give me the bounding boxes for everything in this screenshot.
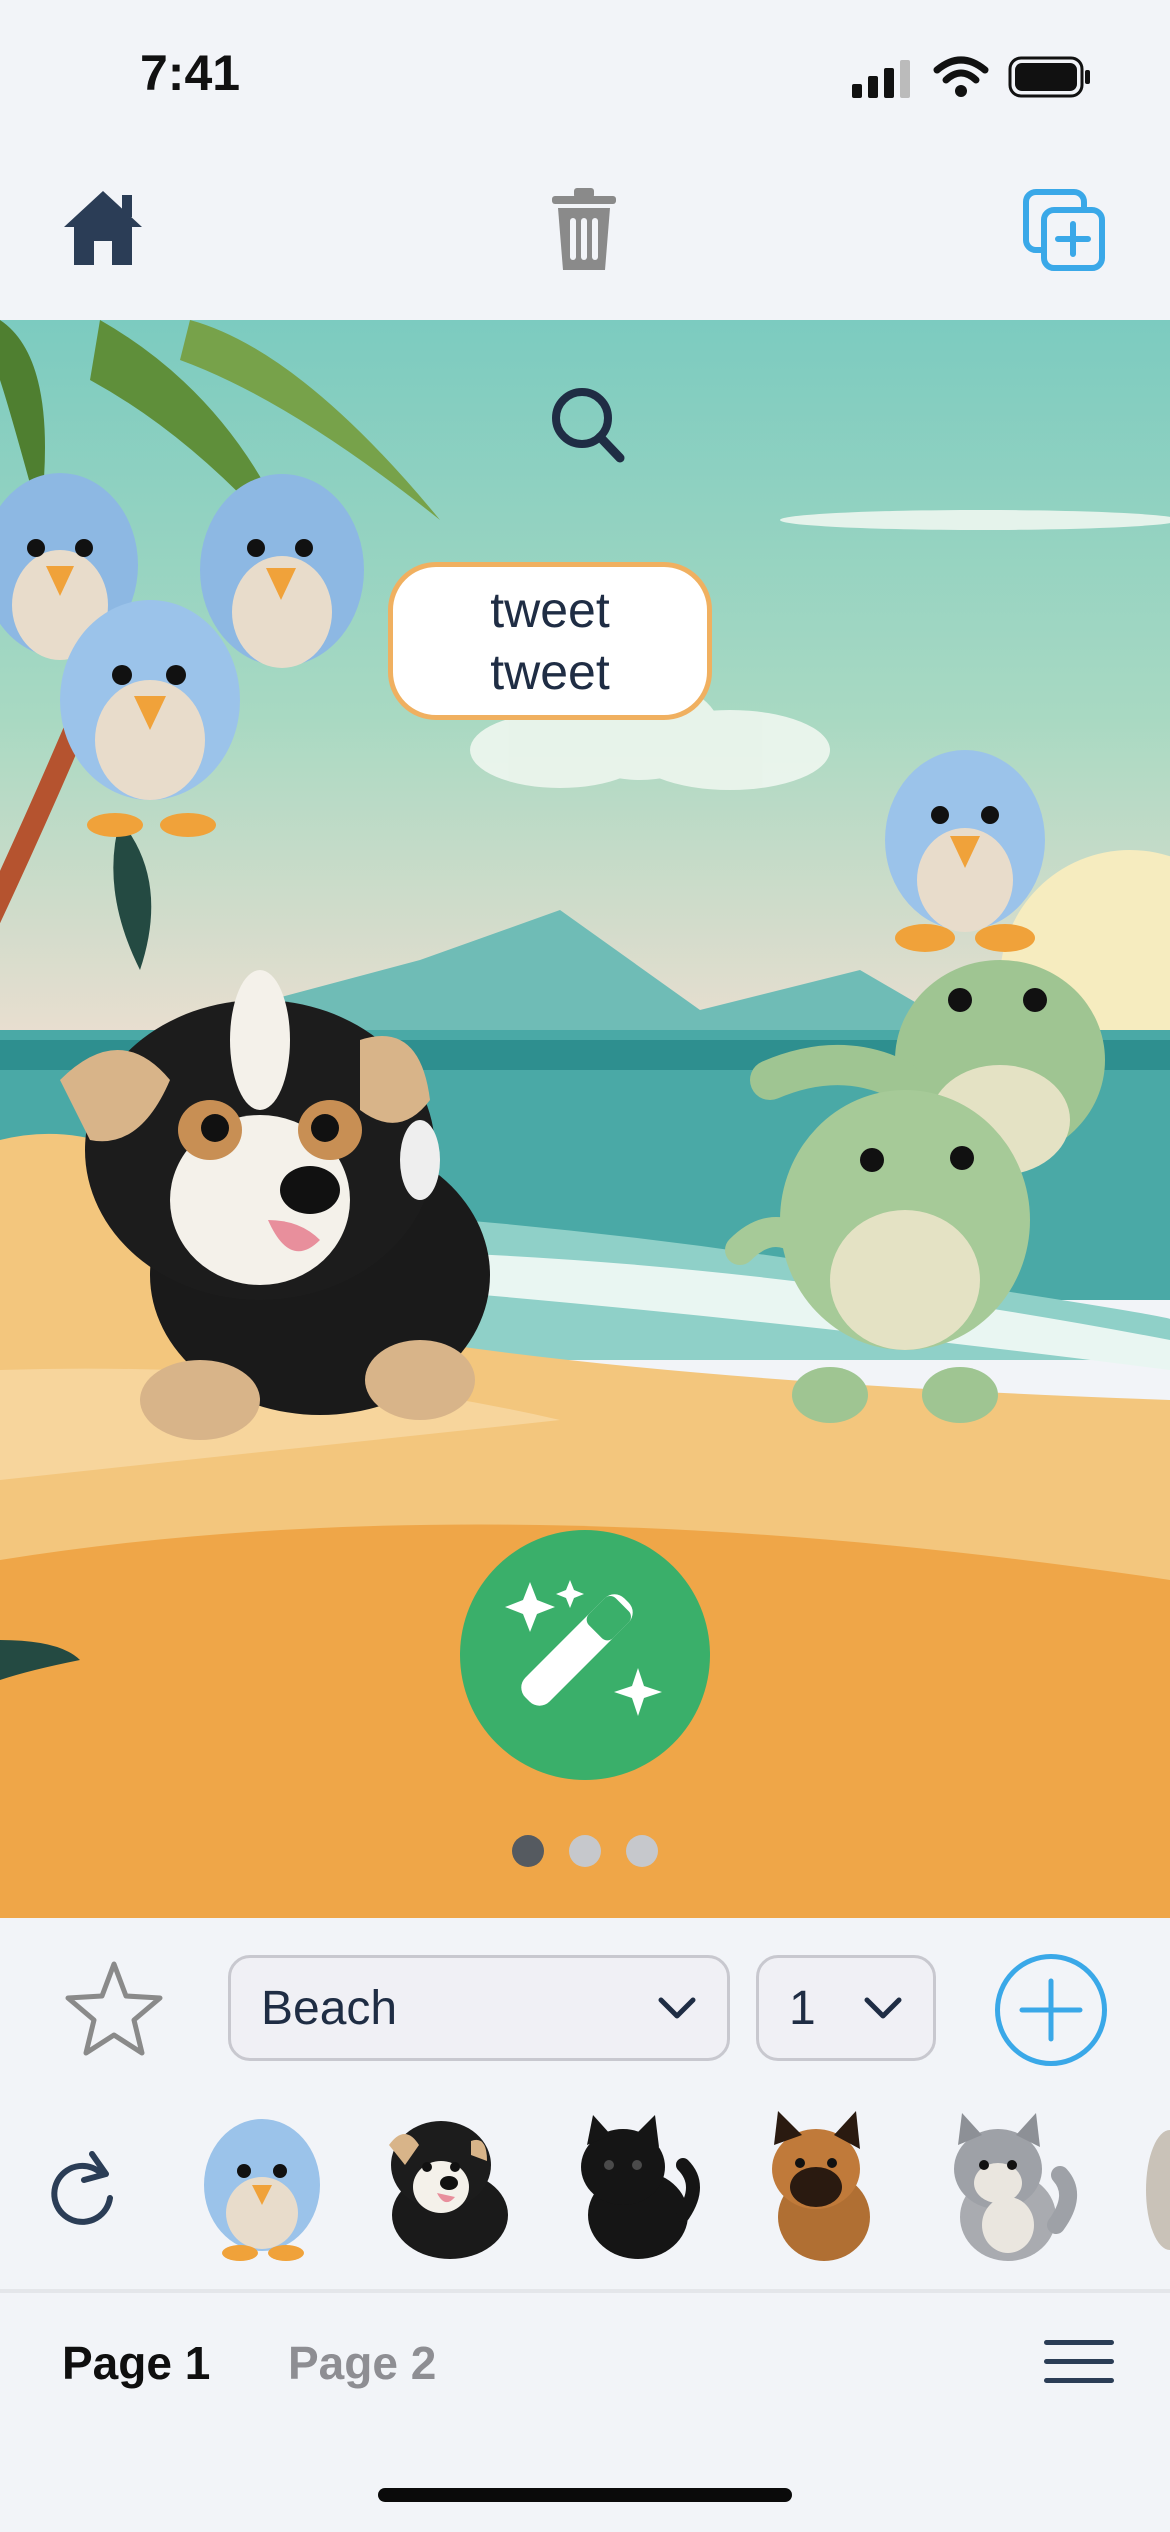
plus-icon	[1019, 1978, 1083, 2042]
sticker-thumb-puppy[interactable]	[375, 2105, 515, 2265]
trash-icon[interactable]	[548, 186, 620, 272]
sticker-thumb-partial[interactable]	[1126, 2110, 1170, 2260]
chevron-down-icon	[864, 1997, 902, 2019]
home-icon[interactable]	[60, 185, 146, 271]
scene-select[interactable]: Beach	[228, 1955, 730, 2061]
star-icon[interactable]	[62, 1958, 166, 2058]
tab-page-1[interactable]: Page 1	[62, 2336, 210, 2390]
page-dot-1[interactable]	[512, 1835, 544, 1867]
sticker-thumb-husky[interactable]	[938, 2105, 1078, 2265]
add-button[interactable]	[995, 1954, 1107, 2066]
magic-button[interactable]	[460, 1530, 710, 1780]
copy-add-icon[interactable]	[1022, 188, 1106, 272]
page-dot-2[interactable]	[569, 1835, 601, 1867]
sticker-thumb-shepherd[interactable]	[752, 2105, 892, 2265]
speech-bubble-line: tweet	[490, 644, 610, 700]
count-select-value: 1	[789, 1981, 816, 2035]
scene-select-value: Beach	[261, 1981, 398, 2035]
chevron-down-icon	[658, 1997, 696, 2019]
speech-bubble-line: tweet	[490, 582, 610, 638]
signal-icon	[852, 60, 910, 98]
sticker-thumb-bird[interactable]	[192, 2105, 332, 2265]
tab-page-2[interactable]: Page 2	[288, 2336, 436, 2390]
wifi-icon	[933, 56, 989, 97]
refresh-icon[interactable]	[46, 2148, 120, 2228]
count-select[interactable]: 1	[756, 1955, 936, 2061]
page-dot-3[interactable]	[626, 1835, 658, 1867]
home-indicator	[378, 2488, 792, 2502]
scene-canvas[interactable]	[0, 320, 1170, 1918]
status-time: 7:41	[140, 45, 241, 101]
hamburger-menu-icon[interactable]	[1042, 2338, 1116, 2386]
speech-bubble[interactable]: tweet tweet	[388, 562, 712, 720]
battery-icon	[1008, 56, 1090, 98]
sticker-thumb-cat[interactable]	[563, 2105, 703, 2265]
